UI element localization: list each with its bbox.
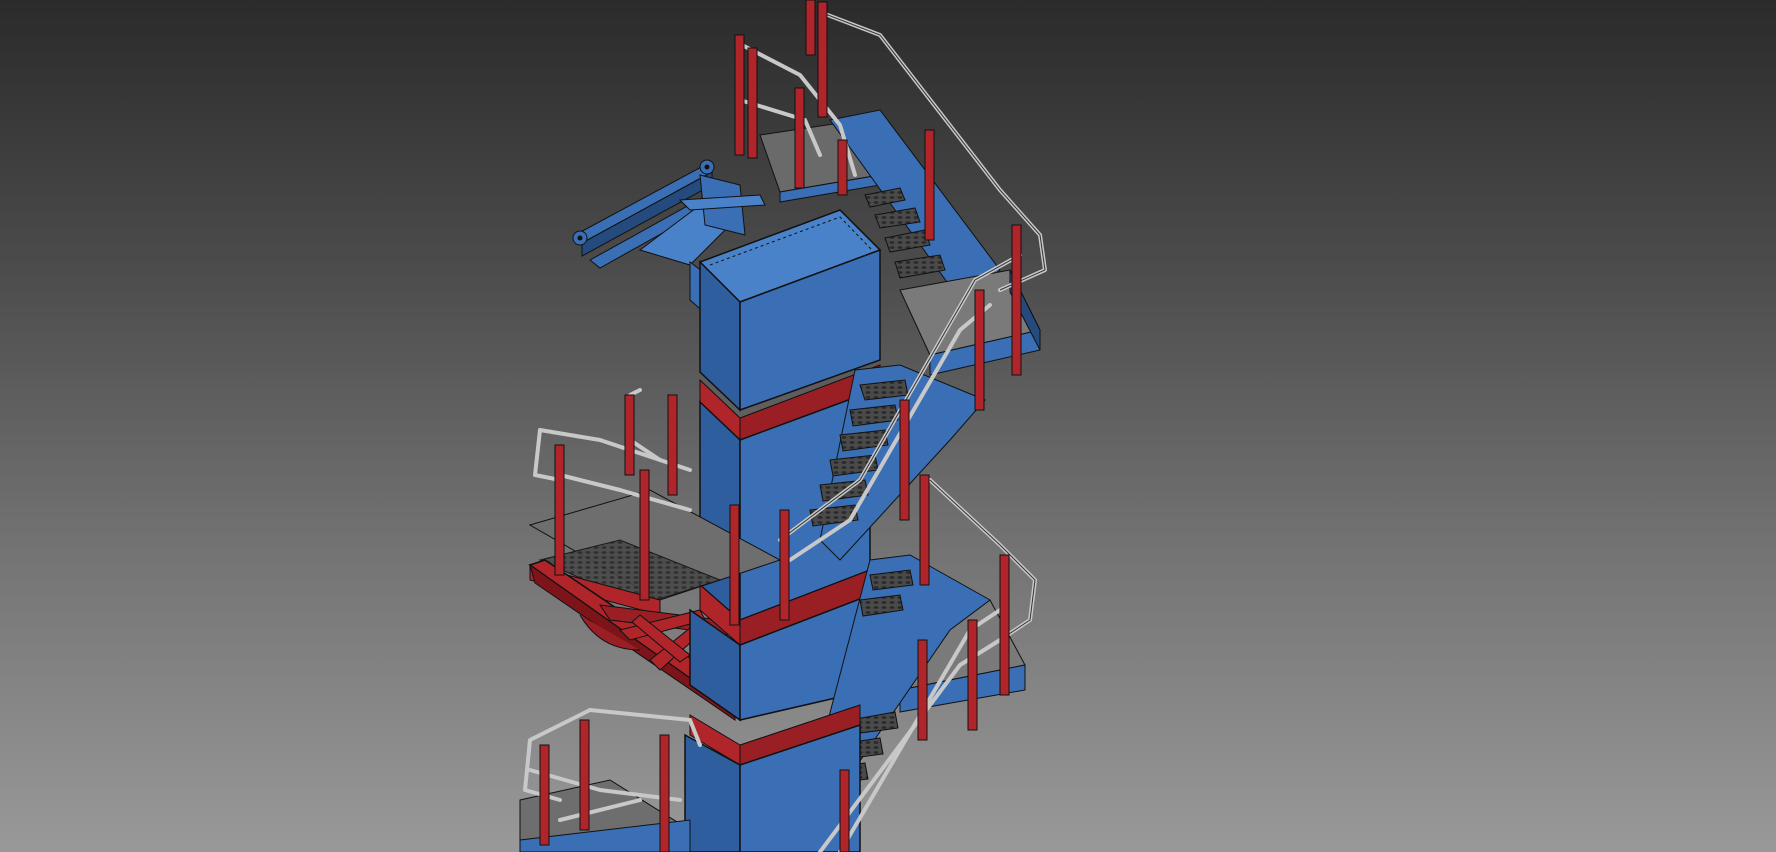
cad-viewport[interactable] xyxy=(0,0,1776,852)
stair-tower-3d-model[interactable] xyxy=(0,0,1776,852)
